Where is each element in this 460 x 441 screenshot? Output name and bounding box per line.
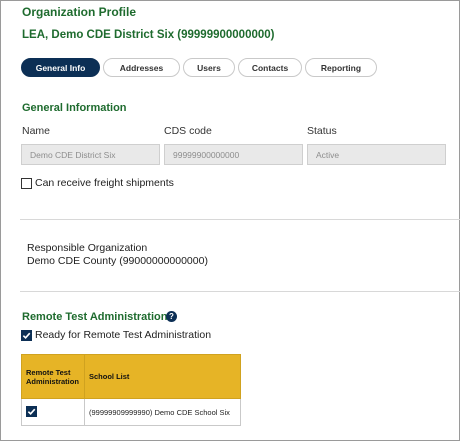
school-remote-checkbox[interactable]: [26, 406, 37, 417]
help-icon[interactable]: ?: [166, 311, 177, 322]
status-label: Status: [307, 125, 337, 137]
responsible-organization-value: Demo CDE County (99000000000000): [27, 255, 208, 267]
name-field[interactable]: [21, 144, 160, 165]
ready-remote-label: Ready for Remote Test Administration: [35, 329, 212, 341]
responsible-organization-label: Responsible Organization: [27, 242, 148, 254]
section-divider: [20, 219, 460, 220]
ready-remote-option[interactable]: Ready for Remote Test Administration: [21, 329, 211, 341]
tab-general-info[interactable]: General Info: [21, 58, 100, 77]
status-field[interactable]: [307, 144, 446, 165]
remote-cell: [21, 398, 85, 426]
checkmark-icon: [22, 332, 31, 339]
column-header-school-list: School List: [84, 354, 241, 399]
tab-reporting[interactable]: Reporting: [305, 58, 377, 77]
page-title: Organization Profile: [22, 5, 137, 19]
remote-test-administration-heading: Remote Test Administration: [22, 311, 168, 323]
tab-bar: General Info Addresses Users Contacts Re…: [21, 58, 377, 77]
ready-remote-checkbox[interactable]: [21, 329, 32, 341]
column-header-remote: Remote Test Administration: [21, 354, 85, 399]
organization-subtitle: LEA, Demo CDE District Six (999999000000…: [22, 29, 275, 41]
table-header-row: Remote Test Administration School List: [21, 354, 241, 399]
general-information-heading: General Information: [22, 102, 127, 114]
school-list-table: Remote Test Administration School List (…: [21, 354, 241, 426]
tab-addresses[interactable]: Addresses: [103, 58, 180, 77]
tab-contacts[interactable]: Contacts: [238, 58, 302, 77]
name-label: Name: [22, 125, 51, 137]
school-name-cell: (99999909999990) Demo CDE School Six: [84, 398, 241, 426]
tab-users[interactable]: Users: [183, 58, 235, 77]
checkmark-icon: [27, 408, 36, 416]
table-row: (99999909999990) Demo CDE School Six: [21, 398, 241, 426]
freight-shipments-checkbox[interactable]: [21, 177, 32, 189]
responsible-organization: Responsible Organization Demo CDE County…: [27, 242, 208, 268]
section-divider: [20, 291, 460, 292]
freight-shipments-option[interactable]: Can receive freight shipments: [21, 177, 174, 189]
cds-code-label: CDS code: [164, 125, 212, 137]
cds-code-field[interactable]: [164, 144, 303, 165]
freight-shipments-label: Can receive freight shipments: [35, 177, 174, 189]
